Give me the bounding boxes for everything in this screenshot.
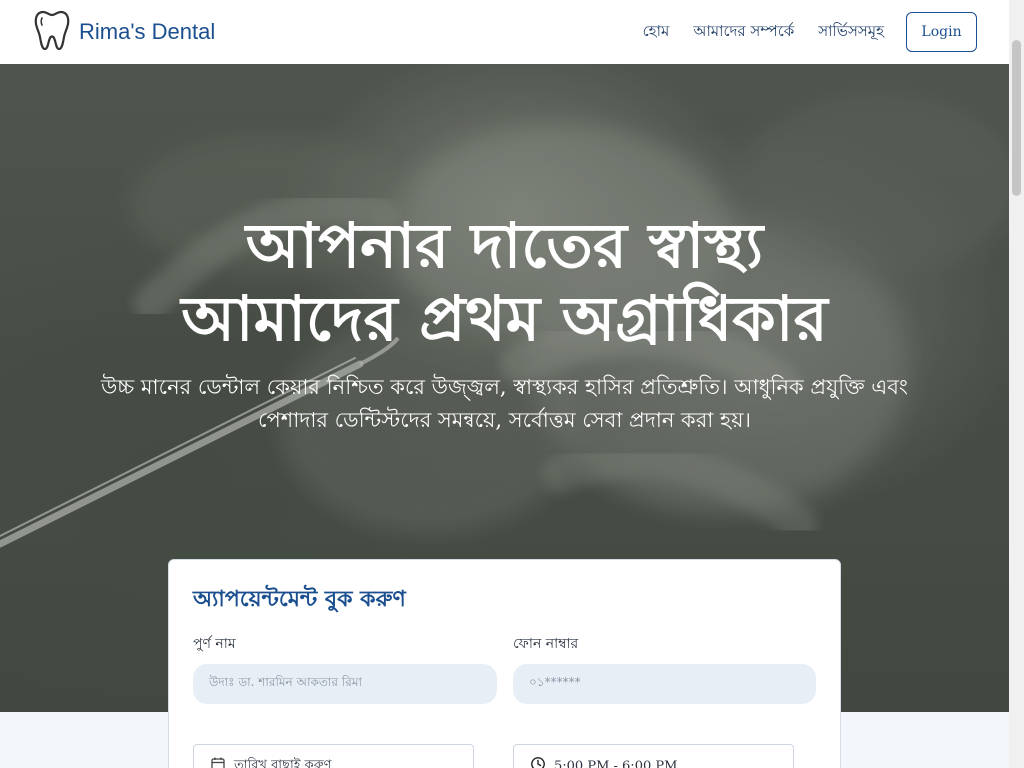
- date-picker[interactable]: তারিখ বাছাই করুণ: [193, 744, 474, 768]
- hero-title-line1: আপনার দাতের স্বাস্থ্য: [245, 209, 764, 282]
- brand[interactable]: Rima's Dental: [33, 9, 215, 55]
- time-select[interactable]: 5:00 PM - 6:00 PM: [513, 744, 794, 768]
- tooth-icon: [33, 9, 71, 55]
- login-button[interactable]: Login: [906, 12, 977, 52]
- name-label: পুর্ণ নাম: [193, 636, 236, 652]
- name-input[interactable]: উদাঃ ডা. শারমিন আকতার রিমা: [193, 664, 497, 704]
- hero-subtitle-line1: উচ্চ মানের ডেন্টাল কেয়ার নিশ্চিত করে উজ…: [101, 375, 908, 399]
- page-scrollbar[interactable]: [1009, 0, 1024, 768]
- nav-links: হোম আমাদের সম্পর্কে সার্ভিসসমূহ Login: [643, 12, 977, 52]
- hero-subtitle: উচ্চ মানের ডেন্টাল কেয়ার নিশ্চিত করে উজ…: [60, 371, 949, 437]
- appointment-form: অ্যাপয়েন্টমেন্ট বুক করুণ পুর্ণ নাম উদাঃ…: [168, 559, 841, 768]
- hero-title: আপনার দাতের স্বাস্থ্য আমাদের প্রথম অগ্রা…: [0, 209, 1009, 355]
- brand-name: Rima's Dental: [79, 19, 216, 44]
- nav-link-about[interactable]: আমাদের সম্পর্কে: [693, 20, 794, 45]
- scrollbar-thumb[interactable]: [1012, 40, 1021, 196]
- nav-link-services[interactable]: সার্ভিসসমূহ: [818, 20, 884, 45]
- phone-input[interactable]: ০১******: [513, 664, 816, 704]
- nav-link-home[interactable]: হোম: [643, 20, 670, 45]
- clock-icon: [530, 756, 546, 768]
- hero-title-line2: আমাদের প্রথম অগ্রাধিকার: [181, 282, 828, 355]
- navbar: Rima's Dental হোম আমাদের সম্পর্কে সার্ভি…: [0, 0, 1009, 64]
- time-select-value: 5:00 PM - 6:00 PM: [554, 758, 678, 768]
- calendar-icon: [210, 756, 226, 768]
- appointment-title: অ্যাপয়েন্টমেন্ট বুক করুণ: [193, 586, 406, 612]
- date-picker-label: তারিখ বাছাই করুণ: [234, 757, 332, 768]
- hero-subtitle-line2: পেশাদার ডেন্টিস্টদের সমন্বয়ে, সর্বোত্তম…: [258, 408, 751, 432]
- phone-label: ফোন নাম্বার: [513, 636, 579, 652]
